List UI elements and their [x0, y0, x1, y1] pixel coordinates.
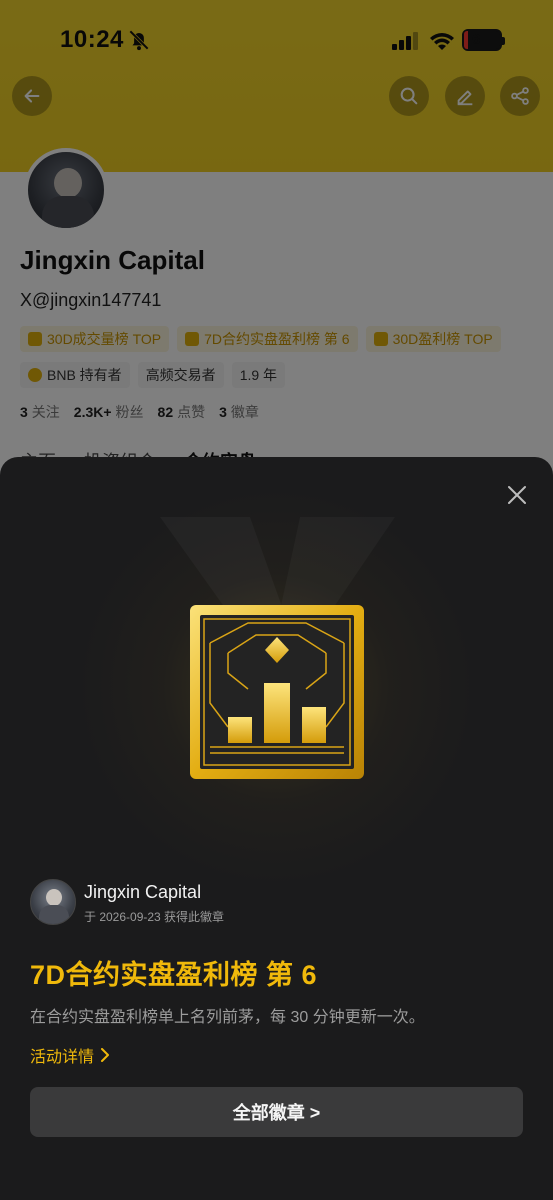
owner-name: Jingxin Capital — [84, 882, 202, 902]
chevron-right-icon — [101, 1048, 110, 1062]
close-button[interactable] — [501, 479, 533, 511]
badge-detail-sheet: Jingxin Capital 于 2026-09-23 获得此徽章 7D合约实… — [0, 457, 553, 1200]
badge-owner: Jingxin Capital 于 2026-09-23 获得此徽章 — [30, 879, 510, 927]
owner-avatar[interactable] — [30, 879, 76, 925]
badge-title: 7D合约实盘盈利榜 第 6 — [30, 960, 318, 990]
leaderboard-medal-icon — [190, 605, 364, 779]
all-badges-button[interactable]: 全部徽章 > — [30, 1087, 523, 1137]
close-icon — [508, 486, 526, 504]
badge-description: 在合约实盘盈利榜单上名列前茅，每 30 分钟更新一次。 — [30, 1009, 425, 1026]
activity-details-link[interactable]: 活动详情 — [30, 1043, 110, 1067]
earned-date: 于 2026-09-23 获得此徽章 — [84, 910, 225, 924]
